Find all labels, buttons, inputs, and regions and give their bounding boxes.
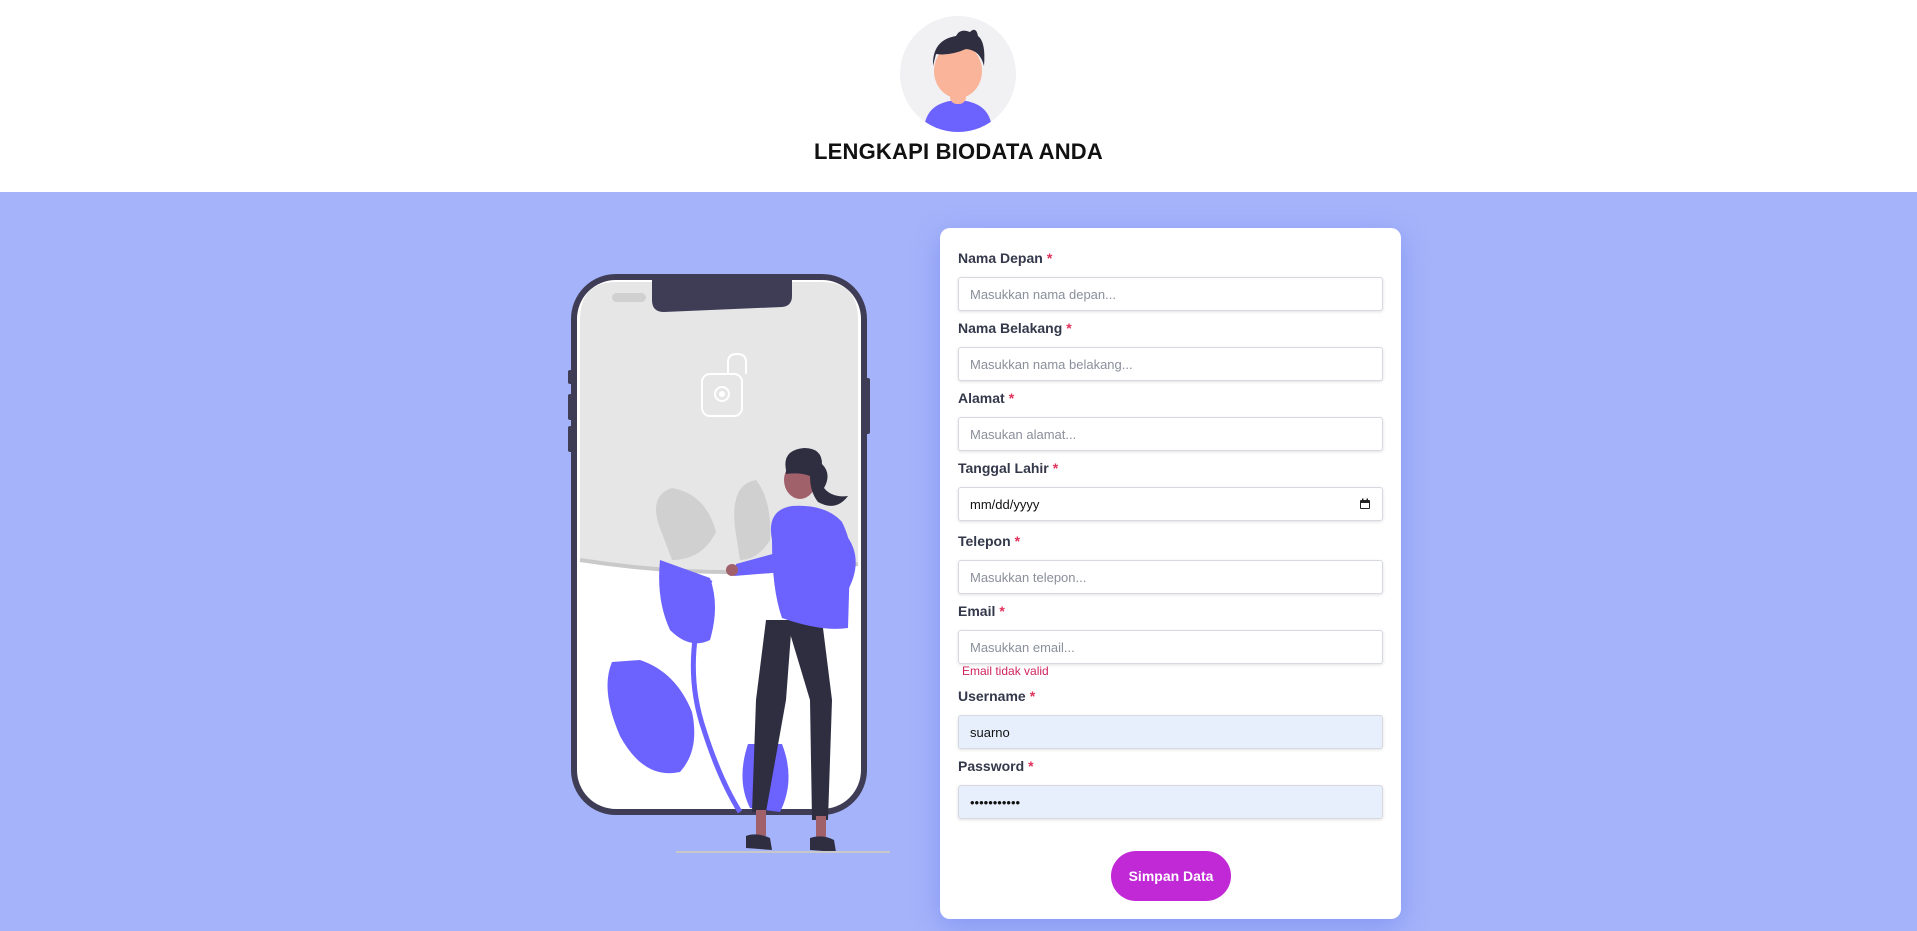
- save-data-button[interactable]: Simpan Data: [1111, 851, 1231, 901]
- username-input[interactable]: [958, 715, 1383, 749]
- phone-label: Telepon: [958, 533, 1011, 549]
- first-name-field: Nama Depan *: [958, 249, 1383, 311]
- birth-date-field: Tanggal Lahir * mm/dd/yyyy: [958, 459, 1383, 521]
- address-input[interactable]: [958, 417, 1383, 451]
- email-field: Email *: [958, 602, 1383, 664]
- last-name-input[interactable]: [958, 347, 1383, 381]
- username-field: Username *: [958, 687, 1383, 749]
- required-mark: *: [999, 603, 1005, 619]
- first-name-input[interactable]: [958, 277, 1383, 311]
- phone-input[interactable]: [958, 560, 1383, 594]
- date-placeholder: mm/dd/yyyy: [970, 496, 1040, 512]
- required-mark: *: [1008, 390, 1015, 406]
- user-avatar-icon: [900, 16, 1016, 132]
- birth-date-label: Tanggal Lahir: [958, 460, 1049, 476]
- required-mark: *: [1029, 688, 1036, 704]
- username-label: Username: [958, 688, 1026, 704]
- first-name-label: Nama Depan: [958, 250, 1043, 266]
- email-error-message: Email tidak valid: [962, 664, 1049, 678]
- last-name-field: Nama Belakang *: [958, 319, 1383, 381]
- password-field: Password *: [958, 757, 1383, 819]
- address-field: Alamat *: [958, 389, 1383, 451]
- phone-unlock-illustration: [568, 274, 890, 853]
- required-mark: *: [1066, 320, 1072, 336]
- required-mark: *: [1046, 250, 1053, 266]
- biodata-form: Nama Depan* Nama Belakang* Alamat* Tangg…: [940, 228, 1401, 919]
- last-name-label: Nama Belakang: [958, 320, 1063, 336]
- birth-date-input[interactable]: mm/dd/yyyy: [958, 487, 1383, 521]
- page-title: LENGKAPI BIODATA ANDA: [814, 139, 1103, 164]
- required-mark: *: [1028, 758, 1034, 774]
- password-input[interactable]: [958, 785, 1383, 819]
- phone-field: Telepon *: [958, 532, 1383, 594]
- address-label: Alamat: [958, 390, 1005, 406]
- required-mark: *: [1052, 460, 1059, 476]
- email-label: Email: [958, 603, 996, 619]
- header: LENGKAPI BIODATA ANDA: [0, 0, 1917, 192]
- email-input[interactable]: [958, 630, 1383, 664]
- calendar-icon[interactable]: [1359, 498, 1371, 510]
- required-mark: *: [1014, 533, 1021, 549]
- password-label: Password: [958, 758, 1025, 774]
